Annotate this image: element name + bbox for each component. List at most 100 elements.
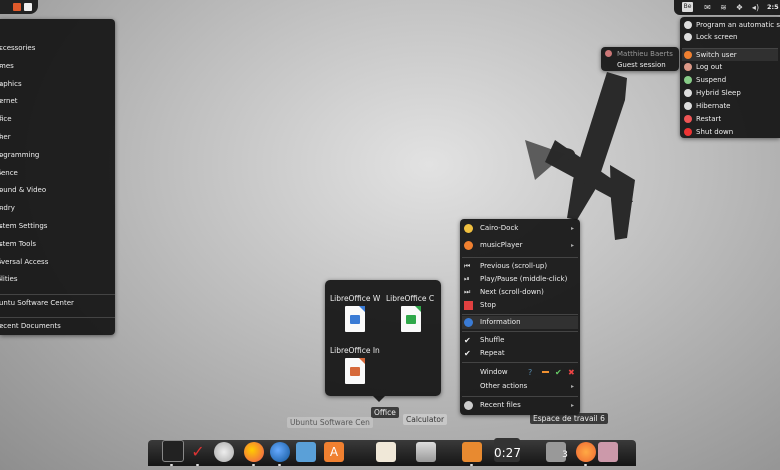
document-icon[interactable] [24, 3, 32, 11]
session-item[interactable]: Program an automatic shut-dow [682, 19, 780, 31]
dropbox-icon[interactable]: ❖ [735, 3, 744, 12]
running-indicator [252, 464, 255, 466]
session-item[interactable]: Hybrid Sleep [682, 87, 778, 99]
libreoffice-app[interactable]: LibreOffice C [384, 294, 438, 338]
chevron-right-icon: ▸ [0, 151, 3, 159]
menu-item-category[interactable]: ound & Video ▸ [0, 182, 115, 199]
menu-item-stop[interactable]: Stop [462, 299, 578, 312]
switch-user-icon [684, 51, 692, 59]
office-stack-icon[interactable] [376, 442, 396, 462]
menu-separator [462, 257, 578, 258]
mail-icon[interactable]: ✉ [703, 3, 712, 12]
terminal-icon[interactable] [162, 440, 184, 462]
clock[interactable]: 2:5 [767, 3, 779, 11]
menu-item-next[interactable]: ⏭ Next (scroll-down) [462, 286, 578, 299]
volume-icon[interactable]: ◂) [751, 3, 760, 12]
menu-item-play-pause[interactable]: ⏯ Play/Pause (middle-click) [462, 273, 578, 286]
session-item[interactable]: Lock screen [682, 31, 778, 43]
settings-gear-icon[interactable] [214, 442, 234, 462]
session-menu: Program an automatic shut-dow Lock screen… [680, 17, 780, 138]
restart-icon [684, 115, 692, 123]
session-item-label: Hybrid Sleep [696, 89, 741, 97]
menu-item-other-actions[interactable]: Other actions ▸ [462, 380, 578, 393]
running-indicator [196, 464, 199, 466]
menu-item-window[interactable]: Window ? ✔ ✖ [462, 366, 578, 379]
chevron-right-icon: ▸ [0, 223, 3, 230]
menu-item-category[interactable]: ogramming ▸ [0, 147, 115, 164]
menu-item-recent-files[interactable]: Recent files ▸ [462, 399, 578, 412]
session-item[interactable]: Switch user [682, 49, 778, 61]
chevron-right-icon: ▸ [0, 134, 3, 141]
thunderbird-icon[interactable] [270, 442, 290, 462]
menu-item-category[interactable]: mes ▸ [0, 58, 115, 75]
software-center-icon[interactable]: A [324, 442, 344, 462]
hibernate-icon [684, 102, 692, 110]
menu-item-information[interactable]: Information [462, 316, 578, 329]
session-item[interactable]: Shut down [682, 126, 778, 138]
menu-item-label: Repeat [480, 349, 505, 357]
menu-item-software-center[interactable]: untu Software Center [0, 295, 115, 312]
session-item[interactable]: Suspend [682, 74, 778, 86]
libreoffice-app[interactable]: LibreOffice W [328, 294, 382, 338]
previous-icon: ⏮ [464, 262, 471, 270]
firefox-icon[interactable] [244, 442, 264, 462]
files-icon[interactable] [462, 442, 482, 462]
menu-item-category[interactable]: ernet ▸ [0, 93, 115, 110]
calculator-icon[interactable] [416, 442, 436, 462]
menu-item-category[interactable]: ndry ▸ [0, 200, 115, 217]
libreoffice-app[interactable]: LibreOffice In [328, 346, 382, 390]
menu-item-cairo-dock[interactable]: Cairo-Dock ▸ [462, 222, 578, 235]
menu-item-category[interactable]: ccessories ▸ [0, 40, 115, 57]
timer-icon[interactable]: 0:27 [494, 438, 521, 462]
menu-item-category[interactable]: stem Tools ▸ [0, 236, 115, 253]
applications-menu: ccessories ▸ mes ▸ aphics ▸ ernet ▸ fice ▸ her ▸ ogr… [0, 19, 115, 335]
document-icon [345, 358, 365, 384]
tasks-icon[interactable]: ✓ [188, 442, 208, 462]
menu-item-category[interactable]: aphics ▸ [0, 76, 115, 93]
maximize-icon[interactable]: ✔ [555, 366, 562, 379]
session-item[interactable]: Hibernate [682, 100, 778, 112]
menu-item-category[interactable]: iversal Access ▸ [0, 254, 115, 271]
shutdown-icon [684, 128, 692, 136]
menu-item-repeat[interactable]: ✔ Repeat [462, 347, 578, 360]
menu-item-previous[interactable]: ⏮ Previous (scroll-up) [462, 260, 578, 273]
session-item-label: Switch user [696, 51, 737, 59]
menu-item-shuffle[interactable]: ✔ Shuffle [462, 334, 578, 347]
close-icon[interactable]: ✖ [568, 366, 575, 379]
app-label: LibreOffice C [386, 294, 435, 303]
session-item-label: Hibernate [696, 102, 731, 110]
menu-item-music-player[interactable]: musicPlayer ▸ [462, 239, 578, 252]
document-icon [401, 306, 421, 332]
menu-item-category[interactable]: ilities ▸ [0, 271, 115, 288]
menu-item-category[interactable]: fice ▸ [0, 111, 115, 128]
wifi-icon[interactable]: ≋ [719, 3, 728, 12]
play-pause-icon: ⏯ [464, 275, 470, 283]
menu-item-label: Recent files [480, 401, 521, 409]
keyboard-layout-indicator[interactable]: Be [682, 2, 693, 12]
calculator-label: Calculator [403, 414, 448, 425]
session-item[interactable]: Log out [682, 61, 778, 73]
help-icon[interactable]: ? [528, 366, 532, 379]
office-stack-popup: LibreOffice W LibreOffice C LibreOffice In [325, 280, 441, 396]
menu-item-category[interactable]: her ▸ [0, 129, 115, 146]
menu-item-recent-documents[interactable]: ecent Documents ▸ [0, 318, 115, 335]
chevron-right-icon: ▸ [570, 402, 574, 409]
session-item[interactable]: Restart [682, 113, 778, 125]
chevron-right-icon: ▸ [570, 225, 574, 232]
lock-icon [684, 33, 692, 41]
menu-separator [462, 396, 578, 397]
chevron-right-icon: ▸ [570, 383, 574, 390]
minimize-icon[interactable] [542, 371, 549, 373]
avatar-icon [605, 50, 612, 57]
chevron-right-icon: ▸ [0, 240, 3, 248]
info-icon [464, 318, 473, 327]
menu-item-category[interactable]: ience ▸ [0, 165, 115, 182]
clock-icon [684, 21, 692, 29]
chat-icon[interactable] [296, 442, 316, 462]
music-player-icon[interactable] [576, 442, 596, 462]
app-icon[interactable] [13, 3, 21, 11]
window-icon[interactable] [598, 442, 618, 462]
guest-session-item[interactable]: Guest session [617, 61, 666, 69]
workspace-label: Espace de travail 6 [530, 413, 608, 424]
menu-item-category[interactable]: stem Settings ▸ [0, 218, 115, 235]
